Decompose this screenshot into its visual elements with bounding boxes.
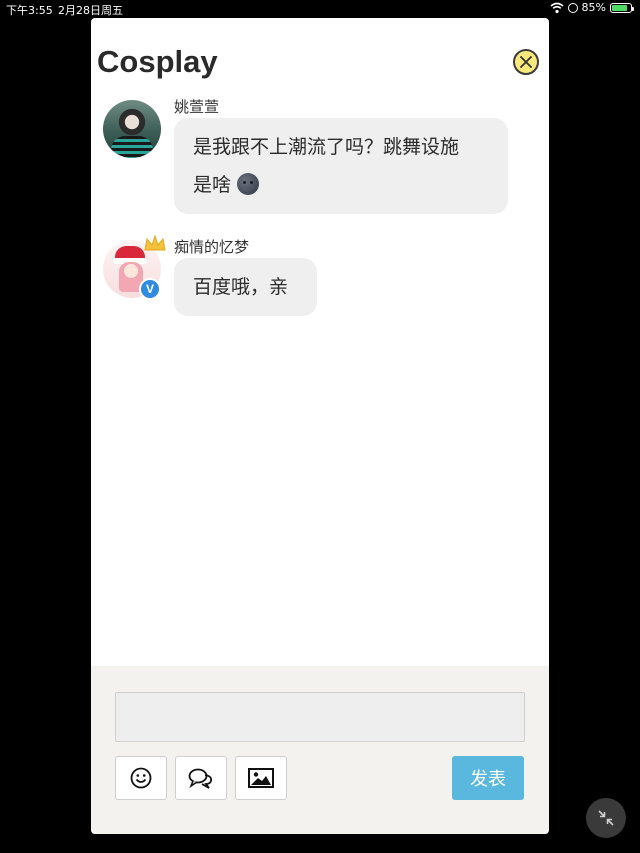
message-username: 姚萱萱	[174, 98, 220, 116]
crown-icon	[144, 234, 166, 251]
message-text: 百度哦，亲	[193, 276, 289, 298]
status-time: 下午3:55	[6, 4, 53, 17]
status-bar: 下午3:55 2月28日周五 85%	[0, 0, 640, 18]
avatar[interactable]	[103, 100, 161, 158]
chat-bubbles-icon	[188, 768, 213, 789]
rotation-lock-icon	[567, 2, 578, 13]
close-icon	[520, 56, 532, 68]
message-input[interactable]	[115, 692, 525, 742]
status-indicators: 85%	[550, 1, 634, 14]
composer: 发表	[91, 666, 549, 834]
status-date: 2月28日周五	[58, 4, 123, 17]
collapse-arrows-icon	[598, 810, 614, 826]
battery-level	[612, 4, 628, 11]
message-bubble: 百度哦，亲	[174, 258, 317, 316]
chat-panel: Cosplay 姚萱萱 是我跟不上潮流了吗？跳舞设施 是啥 V 痴情的忆梦 百度…	[91, 18, 549, 834]
battery-percent: 85%	[581, 1, 606, 14]
panel-title: Cosplay	[97, 44, 218, 79]
close-button[interactable]	[513, 49, 539, 75]
message-text: 是啥	[193, 174, 232, 196]
quote-button[interactable]	[175, 756, 227, 800]
image-icon	[248, 768, 274, 788]
moon-face-icon	[237, 173, 260, 195]
collapse-button[interactable]	[586, 798, 626, 838]
battery-icon	[610, 2, 634, 13]
message-text: 是我跟不上潮流了吗？跳舞设施	[193, 136, 460, 158]
send-button[interactable]: 发表	[452, 756, 524, 800]
emoji-button[interactable]	[115, 756, 167, 800]
message-username: 痴情的忆梦	[174, 238, 250, 256]
verified-badge-icon: V	[139, 278, 161, 300]
message-bubble: 是我跟不上潮流了吗？跳舞设施 是啥	[174, 118, 508, 214]
wifi-icon	[550, 2, 564, 13]
image-button[interactable]	[235, 756, 287, 800]
smiley-icon	[130, 767, 152, 789]
